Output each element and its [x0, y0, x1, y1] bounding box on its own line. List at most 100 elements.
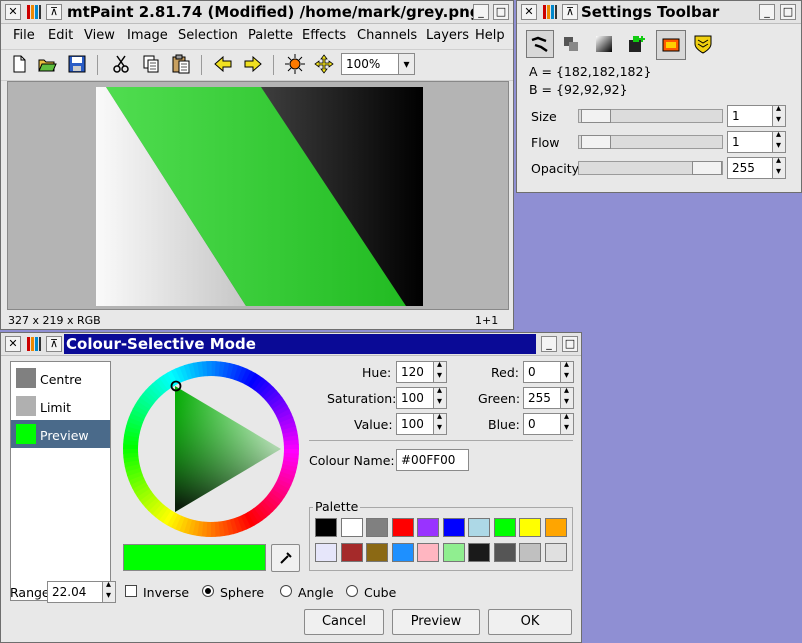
open-folder-icon[interactable] — [37, 54, 57, 74]
slider-thumb[interactable] — [581, 135, 611, 149]
flow-slider[interactable] — [578, 135, 723, 149]
save-icon[interactable] — [67, 54, 87, 74]
menu-edit[interactable]: Edit — [48, 28, 73, 43]
ok-button[interactable]: OK — [488, 609, 572, 635]
list-item-limit[interactable]: Limit — [11, 392, 110, 420]
saturation-spinner[interactable] — [433, 385, 447, 409]
sun-icon[interactable] — [285, 54, 305, 74]
palette-swatch[interactable] — [315, 518, 337, 537]
list-item-preview[interactable]: Preview — [11, 420, 110, 448]
redo-arrow-icon[interactable] — [243, 54, 263, 74]
palette-swatch[interactable] — [391, 518, 414, 537]
value-input[interactable]: 100 — [396, 413, 434, 435]
colour-selective-icon[interactable] — [656, 30, 686, 60]
mask-shield-icon[interactable] — [693, 34, 713, 54]
hue-input[interactable]: 120 — [396, 361, 434, 383]
inverse-checkbox[interactable] — [125, 585, 137, 597]
close-icon[interactable]: ✕ — [5, 4, 21, 20]
slider-thumb[interactable] — [581, 109, 611, 123]
angle-radio[interactable] — [280, 585, 292, 597]
flow-spinner[interactable] — [772, 129, 786, 153]
paste-icon[interactable] — [171, 54, 191, 74]
new-file-icon[interactable] — [9, 54, 29, 74]
menu-image[interactable]: Image — [127, 28, 168, 43]
palette-swatch[interactable] — [417, 518, 439, 537]
value-spinner[interactable] — [433, 411, 447, 435]
palette-swatch[interactable] — [417, 543, 439, 562]
preview-button[interactable]: Preview — [392, 609, 480, 635]
green-spinner[interactable] — [560, 385, 574, 409]
minimize-icon[interactable]: _ — [473, 4, 489, 20]
close-icon[interactable]: ✕ — [5, 336, 21, 352]
stay-on-top-icon[interactable]: ⊼ — [46, 336, 62, 352]
palette-swatch[interactable] — [340, 518, 363, 537]
green-input[interactable]: 255 — [523, 387, 561, 409]
palette-swatch[interactable] — [366, 518, 388, 537]
stay-on-top-icon[interactable]: ⊼ — [46, 4, 62, 20]
copy-icon[interactable] — [141, 54, 161, 74]
menu-help[interactable]: Help — [475, 28, 505, 43]
main-titlebar[interactable]: ✕ ⊼ mtPaint 2.81.74 (Modified) /home/mar… — [1, 1, 513, 24]
saturation-input[interactable]: 100 — [396, 387, 434, 409]
palette-swatch[interactable] — [468, 518, 490, 537]
menu-palette[interactable]: Palette — [248, 28, 293, 43]
settings-titlebar[interactable]: ✕ ⊼ Settings Toolbar _ □ — [517, 1, 801, 24]
flow-input[interactable]: 1 — [727, 131, 773, 153]
palette-swatch[interactable] — [519, 518, 541, 537]
size-input[interactable]: 1 — [727, 105, 773, 127]
list-item-centre[interactable]: Centre — [11, 364, 110, 392]
colour-wheel[interactable] — [123, 361, 299, 537]
continuous-mode-icon[interactable] — [526, 30, 554, 58]
maximize-icon[interactable]: □ — [562, 336, 578, 352]
maximize-icon[interactable]: □ — [493, 4, 509, 20]
range-input[interactable]: 22.04 — [47, 581, 103, 603]
slider-thumb[interactable] — [692, 161, 722, 175]
opacity-mode-icon[interactable] — [561, 34, 581, 54]
palette-swatch[interactable] — [468, 543, 490, 562]
blue-spinner[interactable] — [560, 411, 574, 435]
eyedropper-button[interactable] — [271, 544, 300, 572]
palette-swatch[interactable] — [442, 543, 465, 562]
gradient-mode-icon[interactable] — [594, 34, 614, 54]
undo-arrow-icon[interactable] — [213, 54, 233, 74]
pan-move-icon[interactable] — [314, 54, 334, 74]
blue-input[interactable]: 0 — [523, 413, 561, 435]
maximize-icon[interactable]: □ — [780, 4, 796, 20]
opacity-spinner[interactable] — [772, 155, 786, 179]
palette-swatch[interactable] — [519, 543, 541, 562]
cube-radio[interactable] — [346, 585, 358, 597]
palette-swatch[interactable] — [544, 518, 567, 537]
minimize-icon[interactable]: _ — [759, 4, 775, 20]
blend-mode-icon[interactable] — [627, 34, 647, 54]
range-spinner[interactable] — [102, 579, 116, 603]
cancel-button[interactable]: Cancel — [304, 609, 384, 635]
palette-swatch[interactable] — [442, 518, 465, 537]
palette-swatch[interactable] — [391, 543, 414, 562]
colour-dialog-titlebar[interactable]: ✕ ⊼ Colour-Selective Mode _ □ — [1, 333, 581, 356]
size-slider[interactable] — [578, 109, 723, 123]
menu-selection[interactable]: Selection — [178, 28, 238, 43]
cut-icon[interactable] — [111, 54, 131, 74]
menu-layers[interactable]: Layers — [426, 28, 469, 43]
minimize-icon[interactable]: _ — [541, 336, 557, 352]
palette-swatch[interactable] — [544, 543, 567, 562]
palette-swatch[interactable] — [493, 518, 516, 537]
opacity-slider[interactable] — [578, 161, 723, 175]
opacity-input[interactable]: 255 — [727, 157, 773, 179]
red-input[interactable]: 0 — [523, 361, 561, 383]
menu-effects[interactable]: Effects — [302, 28, 346, 43]
stay-on-top-icon[interactable]: ⊼ — [562, 4, 578, 20]
palette-swatch[interactable] — [493, 543, 516, 562]
colour-name-input[interactable]: #00FF00 — [396, 449, 469, 471]
image-canvas[interactable] — [96, 87, 423, 306]
menu-channels[interactable]: Channels — [357, 28, 417, 43]
palette-swatch[interactable] — [315, 543, 337, 562]
menu-file[interactable]: File — [13, 28, 35, 43]
palette-swatch[interactable] — [340, 543, 363, 562]
zoom-dropdown[interactable]: ▾ — [398, 53, 415, 75]
palette-swatch[interactable] — [366, 543, 388, 562]
close-icon[interactable]: ✕ — [521, 4, 537, 20]
menu-view[interactable]: View — [84, 28, 115, 43]
red-spinner[interactable] — [560, 359, 574, 383]
zoom-field[interactable]: 100% — [341, 53, 399, 75]
